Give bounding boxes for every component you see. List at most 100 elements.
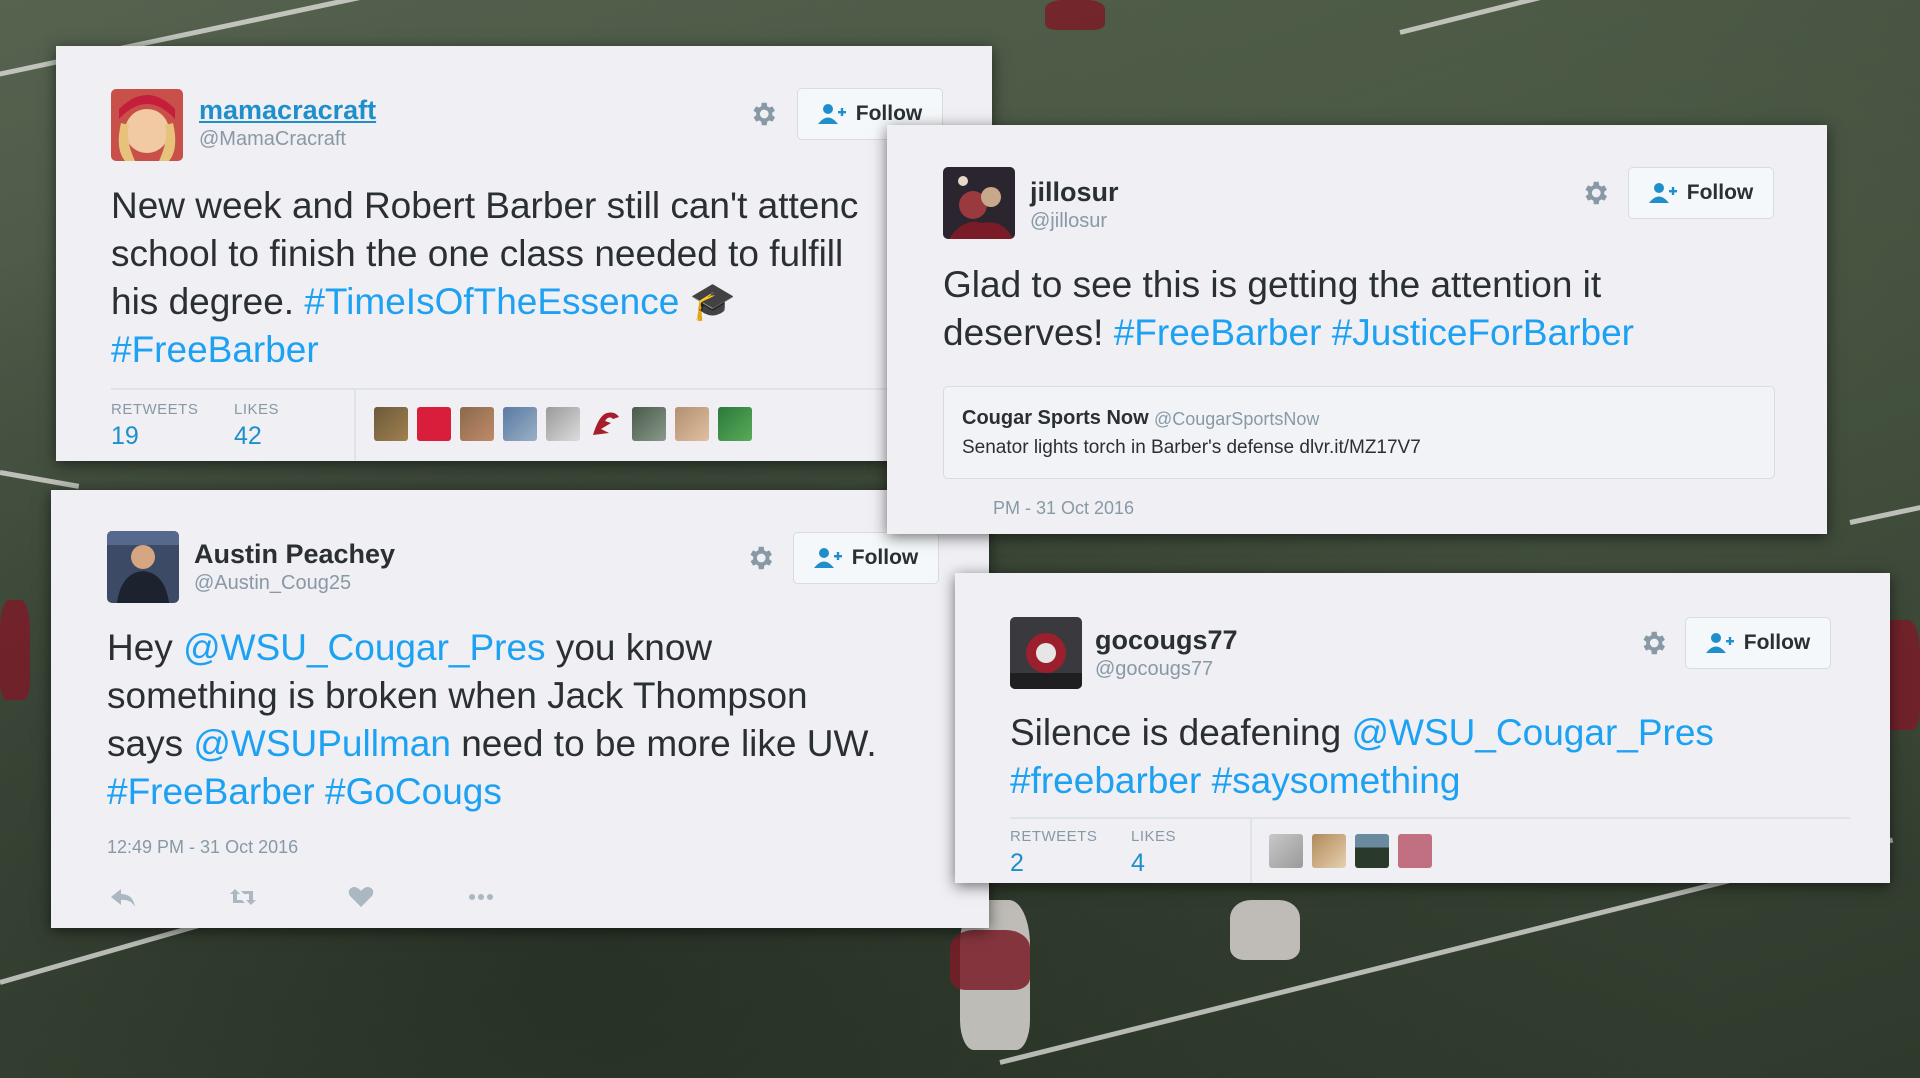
avatar[interactable] — [107, 531, 179, 603]
tweet-text-segment: deserves! — [943, 312, 1114, 353]
tweet-card: Austin Peachey @Austin_Coug25 Follow Hey… — [51, 490, 989, 928]
tweet-link[interactable]: @WSU_Cougar_Pres — [1351, 712, 1713, 753]
avatar[interactable] — [943, 167, 1015, 239]
display-name[interactable]: mamacracraft — [199, 95, 376, 126]
tweet-link[interactable]: #FreeBarber #GoCougs — [107, 771, 502, 812]
tweet-link[interactable]: #FreeBarber — [111, 329, 319, 370]
quoted-tweet[interactable]: Cougar Sports Now @CougarSportsNow Senat… — [943, 386, 1775, 479]
tweet-card: mamacracraft @MamaCracraft Follow New we… — [56, 46, 992, 461]
liker-avatar[interactable] — [589, 407, 623, 441]
retweets-count[interactable]: 2 — [1010, 849, 1024, 878]
likes-label: LIKES — [1131, 828, 1177, 845]
liker-avatar[interactable] — [632, 407, 666, 441]
tweet-card: jillosur @jillosur Follow Glad to see th… — [887, 125, 1827, 534]
liker-avatar[interactable] — [1312, 834, 1346, 868]
liker-avatar[interactable] — [546, 407, 580, 441]
quoted-tweet-text: Senator lights torch in Barber's defense… — [962, 437, 1421, 458]
tweet-timestamp[interactable]: PM - 31 Oct 2016 — [993, 498, 1134, 519]
gear-icon[interactable] — [1638, 628, 1668, 658]
avatar[interactable] — [111, 89, 183, 161]
likes-label: LIKES — [234, 401, 280, 418]
gear-icon[interactable] — [745, 543, 775, 573]
display-name[interactable]: jillosur — [1030, 177, 1119, 208]
follow-button[interactable]: Follow — [1685, 617, 1831, 669]
follow-button[interactable]: Follow — [793, 532, 939, 584]
gear-icon[interactable] — [1580, 178, 1610, 208]
liker-avatar[interactable] — [460, 407, 494, 441]
heart-icon[interactable] — [347, 885, 375, 909]
display-name[interactable]: gocougs77 — [1095, 625, 1238, 656]
divider — [1250, 819, 1252, 883]
follow-button[interactable]: Follow — [1628, 167, 1774, 219]
avatar[interactable] — [1010, 617, 1082, 689]
user-handle[interactable]: @gocougs77 — [1095, 658, 1213, 681]
more-icon[interactable] — [467, 885, 495, 909]
divider — [111, 388, 945, 390]
yard-line — [0, 470, 80, 489]
tweet-link[interactable]: @WSUPullman — [193, 723, 451, 764]
player — [950, 930, 1030, 990]
follow-label: Follow — [851, 546, 919, 569]
tweet-text-segment: need to be more like UW. — [450, 723, 877, 764]
tweet-text: New week and Robert Barber still can't a… — [111, 182, 945, 374]
tweet-text-line: Silence is deafening @WSU_Cougar_Pres — [1010, 709, 1870, 757]
reply-icon[interactable] — [109, 885, 137, 909]
follow-label: Follow — [855, 102, 923, 125]
follow-label: Follow — [1686, 181, 1754, 204]
tweet-text-segment: something is broken when Jack Thompson — [107, 675, 808, 716]
retweets-label: RETWEETS — [1010, 828, 1098, 845]
liker-avatar[interactable] — [503, 407, 537, 441]
liker-avatar[interactable] — [374, 407, 408, 441]
tweet-text-line: Glad to see this is getting the attentio… — [943, 261, 1803, 309]
player — [1045, 0, 1105, 30]
tweet-link[interactable]: @WSU_Cougar_Pres — [183, 627, 545, 668]
tweet-text-line: #FreeBarber #GoCougs — [107, 768, 967, 816]
liker-avatar[interactable] — [1269, 834, 1303, 868]
tweet-text-line: his degree. #TimeIsOfTheEssence 🎓 — [111, 278, 945, 326]
retweets-label: RETWEETS — [111, 401, 199, 418]
tweet-card: gocougs77 @gocougs77 Follow Silence is d… — [955, 573, 1890, 883]
quoted-author-handle: @CougarSportsNow — [1154, 409, 1320, 429]
tweet-text: Silence is deafening @WSU_Cougar_Pres #fr… — [1010, 709, 1870, 805]
add-user-icon — [817, 103, 846, 125]
tweet-text-segment: says — [107, 723, 194, 764]
likes-count[interactable]: 42 — [234, 422, 262, 451]
tweet-text-line: school to finish the one class needed to… — [111, 230, 945, 278]
tweet-text-line: New week and Robert Barber still can't a… — [111, 182, 945, 230]
display-name[interactable]: Austin Peachey — [194, 539, 395, 570]
add-user-icon — [813, 547, 842, 569]
tweet-text-segment: Silence is deafening — [1010, 712, 1352, 753]
gear-icon[interactable] — [748, 99, 778, 129]
retweets-count[interactable]: 19 — [111, 422, 139, 451]
divider — [1010, 817, 1850, 819]
tweet-text-segment: Glad to see this is getting the attentio… — [943, 264, 1602, 305]
liker-avatar[interactable] — [1398, 834, 1432, 868]
liker-avatar[interactable] — [417, 407, 451, 441]
tweet-text-line: #FreeBarber — [111, 326, 945, 374]
likes-count[interactable]: 4 — [1131, 849, 1145, 878]
add-user-icon — [1648, 182, 1677, 204]
tweet-text-segment: you know — [545, 627, 713, 668]
quoted-author-name: Cougar Sports Now — [962, 407, 1149, 429]
liker-avatar[interactable] — [718, 407, 752, 441]
follow-label: Follow — [1743, 631, 1811, 654]
add-user-icon — [1705, 632, 1734, 654]
tweet-text-line: Hey @WSU_Cougar_Pres you know — [107, 624, 967, 672]
user-handle[interactable]: @Austin_Coug25 — [194, 572, 351, 595]
tweet-timestamp[interactable]: 12:49 PM - 31 Oct 2016 — [107, 837, 298, 858]
user-handle[interactable]: @jillosur — [1030, 210, 1107, 233]
liker-avatar[interactable] — [1355, 834, 1389, 868]
tweet-text-line: something is broken when Jack Thompson — [107, 672, 967, 720]
tweet-text-segment: school to finish the one class needed to… — [111, 233, 844, 274]
yard-line — [1399, 0, 1920, 35]
tweet-link[interactable]: #TimeIsOfTheEssence — [304, 281, 679, 322]
tweet-link[interactable]: #freebarber #saysomething — [1010, 760, 1460, 801]
tweet-link[interactable]: #FreeBarber #JusticeForBarber — [1114, 312, 1634, 353]
retweet-icon[interactable] — [229, 885, 257, 909]
player — [1230, 900, 1300, 960]
player — [0, 600, 30, 700]
liker-avatar[interactable] — [675, 407, 709, 441]
user-handle[interactable]: @MamaCracraft — [199, 128, 346, 151]
divider — [354, 390, 356, 460]
tweet-text: Glad to see this is getting the attentio… — [943, 261, 1803, 357]
